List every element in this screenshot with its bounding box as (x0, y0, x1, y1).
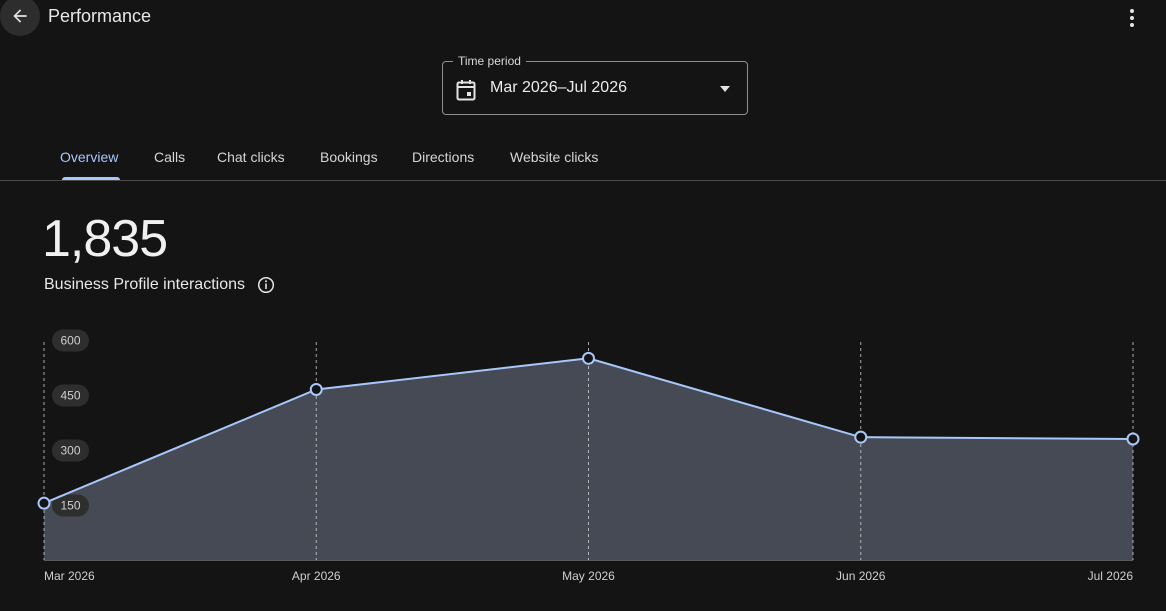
y-tick-label-300: 300 (60, 443, 80, 457)
interactions-chart: 150 300 450 600 Mar 2026 Apr 2026 May 2026 Jun … (37, 329, 1140, 583)
data-point-4 (1126, 432, 1140, 446)
y-tick-label-600: 600 (60, 333, 80, 347)
x-tick-label-4: Jul 2026 (1088, 569, 1134, 583)
x-tick-label-1: Apr 2026 (292, 569, 341, 583)
x-tick-label-3: Jun 2026 (836, 569, 886, 583)
data-point-1 (309, 382, 323, 396)
performance-page: Performance Time period Mar 2026–Jul 202… (0, 0, 1166, 611)
data-point-2 (582, 351, 595, 365)
y-tick-label-150: 150 (60, 498, 80, 512)
data-point-0 (37, 496, 51, 510)
x-tick-label-0: Mar 2026 (44, 569, 95, 583)
data-point-3 (854, 430, 868, 444)
y-tick-label-450: 450 (60, 388, 80, 402)
x-tick-label-2: May 2026 (562, 569, 615, 583)
